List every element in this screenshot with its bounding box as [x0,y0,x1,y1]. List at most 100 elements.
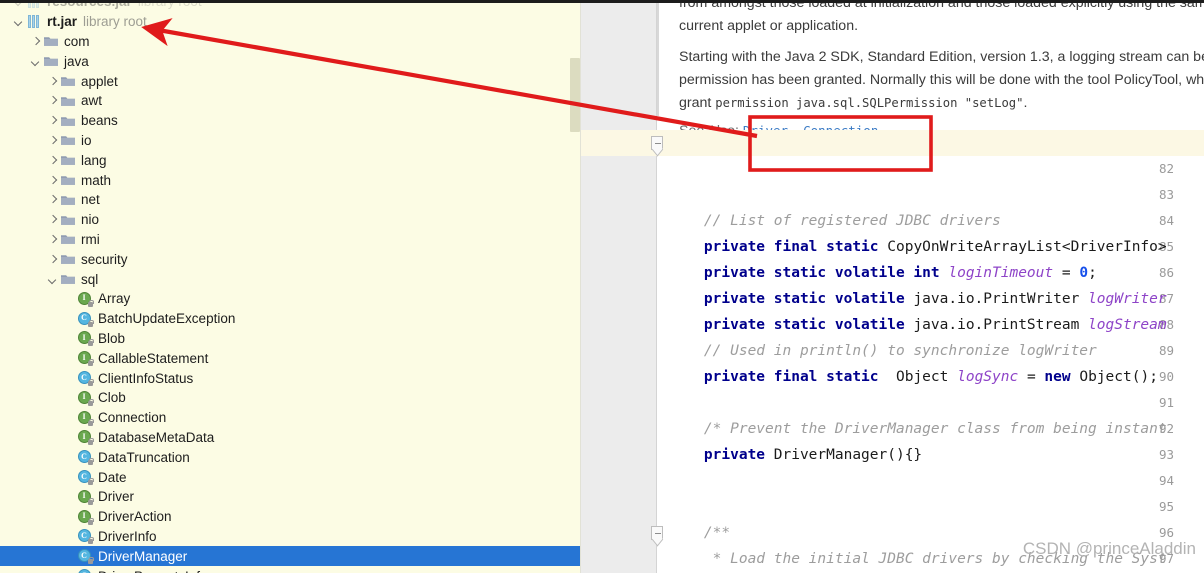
tree-item-date[interactable]: C Date [0,467,581,487]
tree-item-label: DriverManager [98,548,188,564]
screenshot-root: resources.jar library root rt.jar library r… [0,0,1204,573]
tree-item-driver[interactable]: I Driver [0,487,581,507]
tree-item-sql[interactable]: sql [0,269,581,289]
tree-item-java[interactable]: java [0,51,581,71]
line-number-gutter[interactable] [581,0,657,573]
chevron-right-icon[interactable] [46,193,60,207]
tree-arrow-placeholder [63,529,77,543]
folder-icon [60,212,76,228]
code-token: private final static [703,239,879,255]
code-line[interactable]: private static volatile java.io.PrintStr… [657,312,1204,338]
tree-arrow-placeholder [63,470,77,484]
tree-arrow-placeholder [63,430,77,444]
class-icon: C [77,449,94,466]
project-tool-window[interactable]: resources.jar library root rt.jar library r… [0,0,581,573]
tree-item-lang[interactable]: lang [0,150,581,170]
tree-item-driverpropertyinfo[interactable]: C DriverPropertyInfo [0,566,581,573]
tree-item-label: com [64,33,90,49]
tree-item-label: BatchUpdateException [98,311,236,327]
tree-item-nio[interactable]: nio [0,210,581,230]
chevron-right-icon[interactable] [46,94,60,108]
code-line[interactable]: private static volatile java.io.PrintWri… [657,286,1204,312]
sidebar-scrollbar-thumb[interactable] [570,58,580,132]
tree-item-label: rmi [81,231,100,247]
chevron-right-icon[interactable] [46,114,60,128]
code-line[interactable] [657,468,1204,494]
code-line[interactable]: private DriverManager(){} [657,442,1204,468]
tree-arrow-placeholder [63,450,77,464]
fold-toggle-icon[interactable] [651,526,663,540]
javadoc-text-span: . [1023,95,1028,111]
tree-item-datatruncation[interactable]: C DataTruncation [0,447,581,467]
interface-icon: I [77,291,94,307]
code-token: DriverManager(){} [765,447,923,463]
code-token: private static volatile [703,317,905,333]
tree-item-io[interactable]: io [0,131,581,151]
tree-item-drivermanager[interactable]: C DriverManager [0,546,581,567]
tree-arrow-placeholder [63,391,77,405]
javadoc-gap [679,38,1204,46]
tree-item-com[interactable]: com [0,32,581,52]
tree-item-driveraction[interactable]: I DriverAction [0,507,581,527]
tree-item-databasemetadata[interactable]: I DatabaseMetaData [0,428,581,448]
chevron-right-icon[interactable] [46,153,60,167]
code-editor[interactable]: 8182838485868788899091929394959697 from … [581,0,1204,573]
chevron-right-icon[interactable] [46,74,60,88]
code-line[interactable] [657,494,1204,520]
tree-arrow-placeholder [63,411,77,425]
tree-item-label: ClientInfoStatus [98,370,194,386]
code-line[interactable]: // Used in println() to synchronize logW… [657,338,1204,364]
folder-icon [60,231,76,247]
folder-icon [60,113,76,129]
tree-item-connection[interactable]: I Connection [0,408,581,428]
javadoc-code-span: permission java.sql.SQLPermission "setLo… [715,96,1024,110]
tree-item-awt[interactable]: awt [0,91,581,111]
code-token: private final static [703,369,879,385]
code-line[interactable]: // List of registered JDBC drivers [657,208,1204,234]
tree-item-driverinfo[interactable]: C DriverInfo [0,527,581,547]
code-token: Object [878,369,958,385]
tree-item-beans[interactable]: beans [0,111,581,131]
class-icon: C [77,528,94,545]
code-line[interactable] [657,390,1204,416]
tree-item-rt-jar[interactable]: rt.jar library root [0,12,581,32]
tree-item-array[interactable]: I Array [0,289,581,309]
chevron-down-icon[interactable] [46,272,60,286]
chevron-down-icon[interactable] [29,54,43,68]
code-line[interactable] [657,182,1204,208]
chevron-right-icon[interactable] [46,252,60,266]
fold-toggle-icon[interactable] [651,136,663,150]
tree-item-applet[interactable]: applet [0,71,581,91]
chevron-right-icon[interactable] [46,232,60,246]
code-line[interactable]: private static volatile int loginTimeout… [657,260,1204,286]
chevron-down-icon[interactable] [12,15,26,29]
tree-item-blob[interactable]: I Blob [0,329,581,349]
tree-item-label: DatabaseMetaData [98,429,215,445]
code-line[interactable]: /* Prevent the DriverManager class from … [657,416,1204,442]
chevron-right-icon[interactable] [46,213,60,227]
code-token: new [1044,369,1071,385]
tree-item-label: CallableStatement [98,350,209,366]
code-line[interactable]: private final static Object logSync = ne… [657,364,1204,390]
chevron-right-icon[interactable] [46,173,60,187]
tree-item-clob[interactable]: I Clob [0,388,581,408]
sidebar-divider [580,0,581,573]
tree-item-batchupdateexception[interactable]: C BatchUpdateException [0,309,581,329]
javadoc-left-rule [657,0,659,116]
tree-item-label: math [81,172,112,188]
tree-item-math[interactable]: math [0,170,581,190]
tree-item-clientinfostatus[interactable]: C ClientInfoStatus [0,368,581,388]
javadoc-paragraph: permission has been granted. Normally th… [679,69,1204,92]
tree-item-rmi[interactable]: rmi [0,230,581,250]
chevron-right-icon[interactable] [29,34,43,48]
tree-item-net[interactable]: net [0,190,581,210]
tree-item-security[interactable]: security [0,249,581,269]
code-line[interactable]: private final static CopyOnWriteArrayLis… [657,234,1204,260]
code-line[interactable] [657,156,1204,182]
chevron-right-icon[interactable] [46,133,60,147]
tree-item-callablestatement[interactable]: I CallableStatement [0,348,581,368]
tree-item-label: lang [81,152,107,168]
tree-arrow-placeholder [63,351,77,365]
